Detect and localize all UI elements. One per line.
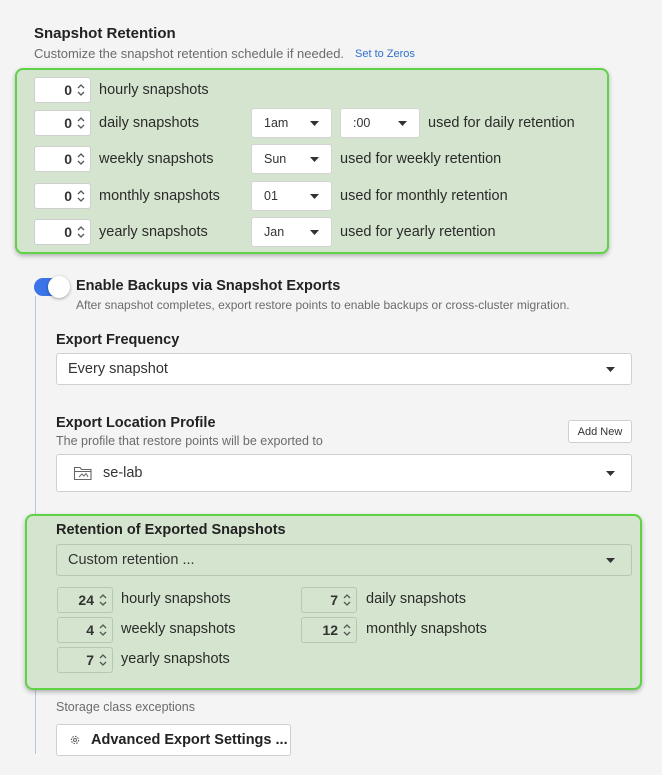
monthly-retention-note: used for monthly retention	[340, 188, 508, 204]
stepper-arrows-icon[interactable]	[97, 651, 108, 669]
export-frequency-title: Export Frequency	[56, 332, 180, 348]
select-value: se-lab	[103, 465, 143, 481]
stepper-value: 0	[64, 188, 72, 204]
caret-down-icon	[310, 121, 319, 126]
daily-minute-select[interactable]: :00	[340, 108, 420, 138]
stepper-arrows-icon[interactable]	[75, 81, 86, 99]
export-weekly-stepper[interactable]: 4	[57, 617, 113, 643]
stepper-value: 7	[330, 592, 338, 608]
select-value: 01	[264, 189, 278, 203]
stepper-arrows-icon[interactable]	[75, 150, 86, 168]
yearly-snapshots-stepper[interactable]: 0	[34, 219, 91, 245]
stepper-arrows-icon[interactable]	[97, 621, 108, 639]
daily-hour-select[interactable]: 1am	[251, 108, 332, 138]
yearly-retention-note: used for yearly retention	[340, 224, 496, 240]
caret-down-icon	[606, 367, 615, 372]
export-monthly-label: monthly snapshots	[366, 621, 487, 637]
caret-down-icon	[310, 157, 319, 162]
select-value: Custom retention ...	[68, 552, 195, 568]
folder-icon	[73, 466, 92, 481]
select-value: Jan	[264, 225, 285, 239]
caret-down-icon	[606, 558, 615, 563]
caret-down-icon	[310, 230, 319, 235]
export-daily-stepper[interactable]: 7	[301, 587, 357, 613]
snapshot-retention-subtitle: Customize the snapshot retention schedul…	[34, 46, 345, 61]
export-retention-mode-select[interactable]: Custom retention ...	[56, 544, 632, 576]
export-yearly-stepper[interactable]: 7	[57, 647, 113, 673]
add-new-button[interactable]: Add New	[568, 420, 632, 443]
monthly-snapshots-stepper[interactable]: 0	[34, 183, 91, 209]
stepper-arrows-icon[interactable]	[341, 591, 352, 609]
export-location-title: Export Location Profile	[56, 415, 216, 431]
advanced-export-settings-label: Advanced Export Settings ...	[91, 732, 288, 748]
enable-backups-description: After snapshot completes, export restore…	[76, 298, 570, 312]
daily-snapshots-stepper[interactable]: 0	[34, 110, 91, 136]
stepper-arrows-icon[interactable]	[75, 223, 86, 241]
stepper-value: 0	[64, 115, 72, 131]
export-hourly-label: hourly snapshots	[121, 591, 231, 607]
advanced-export-settings-button[interactable]: Advanced Export Settings ...	[56, 724, 291, 756]
weekly-snapshots-stepper[interactable]: 0	[34, 146, 91, 172]
weekly-snapshots-label: weekly snapshots	[99, 151, 214, 167]
stepper-value: 0	[64, 224, 72, 240]
export-yearly-label: yearly snapshots	[121, 651, 230, 667]
stepper-value: 12	[322, 622, 338, 638]
stepper-arrows-icon[interactable]	[341, 621, 352, 639]
stepper-value: 7	[86, 652, 94, 668]
export-daily-label: daily snapshots	[366, 591, 466, 607]
monthly-day-select[interactable]: 01	[251, 181, 332, 211]
caret-down-icon	[310, 194, 319, 199]
export-retention-title: Retention of Exported Snapshots	[56, 522, 286, 538]
select-value: Every snapshot	[68, 361, 168, 377]
export-location-select[interactable]: se-lab	[56, 454, 632, 492]
hourly-snapshots-stepper[interactable]: 0	[34, 77, 91, 103]
daily-snapshots-label: daily snapshots	[99, 115, 199, 131]
export-hourly-stepper[interactable]: 24	[57, 587, 113, 613]
stepper-arrows-icon[interactable]	[75, 187, 86, 205]
set-to-zeros-link[interactable]: Set to Zeros	[355, 48, 415, 60]
yearly-month-select[interactable]: Jan	[251, 217, 332, 247]
daily-retention-note: used for daily retention	[428, 115, 575, 131]
export-frequency-select[interactable]: Every snapshot	[56, 353, 632, 385]
caret-down-icon	[398, 121, 407, 126]
snapshot-retention-title: Snapshot Retention	[34, 25, 176, 42]
select-value: 1am	[264, 116, 289, 130]
export-weekly-label: weekly snapshots	[121, 621, 236, 637]
weekly-retention-note: used for weekly retention	[340, 151, 502, 167]
stepper-value: 0	[64, 82, 72, 98]
hourly-snapshots-label: hourly snapshots	[99, 82, 209, 98]
storage-class-label: Storage class exceptions	[56, 700, 195, 714]
export-location-subtitle: The profile that restore points will be …	[56, 434, 323, 448]
monthly-snapshots-label: monthly snapshots	[99, 188, 220, 204]
gear-icon	[70, 735, 80, 745]
stepper-value: 4	[86, 622, 94, 638]
enable-backups-title: Enable Backups via Snapshot Exports	[76, 278, 341, 294]
stepper-value: 0	[64, 151, 72, 167]
toggle-knob	[48, 276, 70, 298]
yearly-snapshots-label: yearly snapshots	[99, 224, 208, 240]
export-monthly-stepper[interactable]: 12	[301, 617, 357, 643]
enable-backups-toggle[interactable]	[34, 276, 70, 298]
select-value: :00	[353, 116, 371, 130]
caret-down-icon	[606, 471, 615, 476]
weekly-day-select[interactable]: Sun	[251, 144, 332, 174]
stepper-arrows-icon[interactable]	[97, 591, 108, 609]
select-value: Sun	[264, 152, 287, 166]
stepper-value: 24	[78, 592, 94, 608]
stepper-arrows-icon[interactable]	[75, 114, 86, 132]
